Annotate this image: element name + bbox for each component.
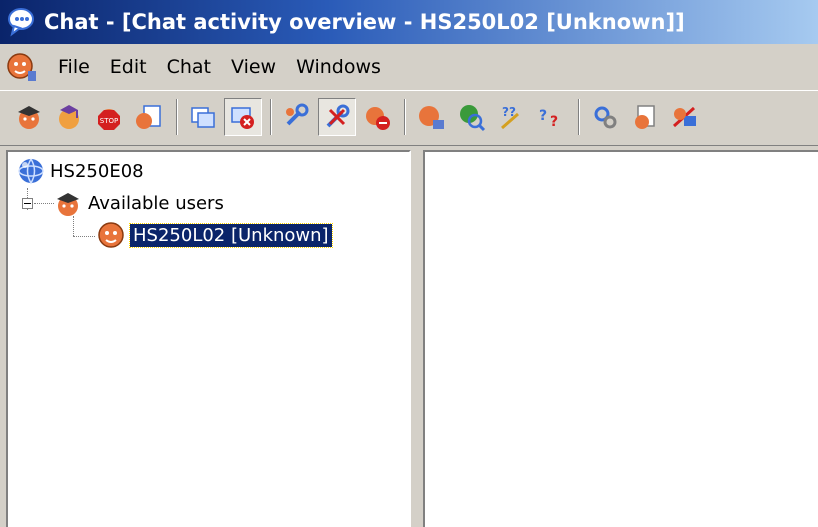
user-face-icon[interactable] (6, 51, 38, 83)
collapse-toggle[interactable] (22, 198, 33, 209)
menu-edit[interactable]: Edit (100, 52, 157, 82)
tree-node-user[interactable]: HS250L02 [Unknown] (96, 220, 333, 250)
help-arrow-icon[interactable]: ?? (492, 98, 530, 136)
toolbar-separator (176, 98, 178, 135)
window-title: Chat - [Chat activity overview - HS250L0… (44, 10, 685, 34)
chat-bubble-icon (6, 6, 38, 38)
user-mail-icon[interactable] (412, 98, 450, 136)
svg-text:?: ? (539, 108, 547, 124)
settings-icon[interactable] (586, 98, 624, 136)
menu-bar: File Edit Chat View Windows (0, 44, 818, 90)
users-tree-pane[interactable]: HS250E08 Available users HS250L02 [Unkno… (6, 150, 411, 527)
workspace: HS250E08 Available users HS250L02 [Unkno… (0, 146, 818, 527)
svg-text:STOP: STOP (100, 117, 118, 125)
tools-icon[interactable] (278, 98, 316, 136)
toolbar-separator (404, 98, 406, 135)
menu-windows[interactable]: Windows (286, 52, 391, 82)
copy-message-icon[interactable] (184, 98, 222, 136)
document-user-icon[interactable] (626, 98, 664, 136)
users-hat-icon (54, 188, 84, 218)
user-clipboard-icon[interactable] (130, 98, 168, 136)
user-face-icon (96, 220, 126, 250)
cross-tools-icon[interactable] (318, 97, 356, 136)
tree-node-available-users[interactable]: Available users (54, 188, 224, 218)
menu-view[interactable]: View (221, 52, 286, 82)
users-hat-icon[interactable] (10, 98, 48, 136)
toolbar: STOP ?? ?? (0, 90, 818, 142)
delete-message-icon[interactable] (224, 97, 262, 136)
tree-group-label: Available users (88, 192, 224, 214)
menu-chat[interactable]: Chat (157, 52, 221, 82)
tree-user-label: HS250L02 [Unknown] (129, 222, 333, 248)
svg-text:?: ? (550, 114, 558, 130)
toolbar-separator (270, 98, 272, 135)
menu-file[interactable]: File (48, 52, 100, 82)
chat-content-pane[interactable] (423, 150, 818, 527)
no-entry-user-icon[interactable] (358, 98, 396, 136)
network-globe-icon (16, 156, 46, 186)
user-graduate-icon[interactable] (50, 98, 88, 136)
help-icon[interactable]: ?? (532, 98, 570, 136)
title-bar[interactable]: Chat - [Chat activity overview - HS250L0… (0, 0, 818, 44)
tree-node-root[interactable]: HS250E08 (16, 156, 144, 186)
user-search-icon[interactable] (452, 98, 490, 136)
stop-user-icon[interactable]: STOP (90, 98, 128, 136)
disconnect-icon[interactable] (666, 98, 704, 136)
pane-splitter[interactable] (411, 150, 423, 527)
toolbar-separator (578, 98, 580, 135)
tree-root-label: HS250E08 (50, 160, 144, 182)
